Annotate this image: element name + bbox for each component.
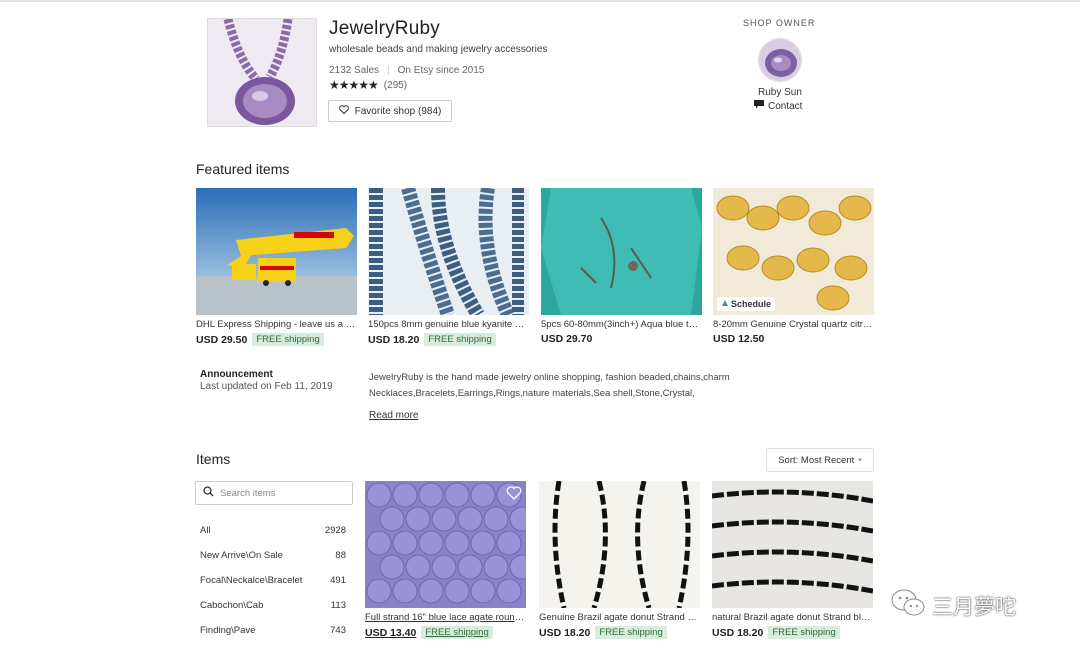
item-image[interactable] (539, 481, 700, 608)
item-image[interactable] (196, 188, 357, 315)
free-shipping-badge: FREE shipping (252, 333, 324, 346)
shop-stats: 2132 Sales | On Etsy since 2015 (329, 65, 484, 76)
top-border (0, 0, 1080, 2)
shop-name: JewelryRuby (329, 18, 440, 39)
listing-card[interactable]: Genuine Brazil agate donut Strand black … (539, 481, 700, 639)
shop-rating[interactable]: ★★★★★ (295) (329, 78, 407, 92)
item-title[interactable]: DHL Express Shipping - leave us a messag… (196, 319, 357, 330)
category-item-finding[interactable]: Finding\Pave 743 (200, 625, 346, 636)
item-title[interactable]: 150pcs 8mm genuine blue kyanite heishi b… (368, 319, 529, 330)
item-title[interactable]: 5pcs 60-80mm(3inch+) Aqua blue turquoise… (541, 319, 702, 330)
featured-item-card[interactable]: Schedule 8-20mm Genuine Crystal quartz c… (713, 188, 874, 345)
item-title[interactable]: Full strand 16" blue lace agate round be… (365, 612, 526, 623)
category-count: 113 (330, 600, 346, 611)
message-icon (754, 100, 764, 112)
chevron-down-icon: ▾ (858, 457, 862, 464)
sort-label: Sort: Most Recent (778, 454, 855, 466)
featured-item-card[interactable]: 5pcs 60-80mm(3inch+) Aqua blue turquoise… (541, 188, 702, 345)
contact-owner-link[interactable]: Contact (754, 100, 802, 112)
schedule-icon (721, 299, 729, 309)
item-image[interactable] (712, 481, 873, 608)
item-title[interactable]: natural Brazil agate donut Strand black … (712, 612, 873, 623)
schedule-badge: Schedule (717, 297, 776, 311)
category-name: Finding\Pave (200, 625, 256, 636)
category-item-all[interactable]: All 2928 (200, 525, 346, 536)
item-title[interactable]: 8-20mm Genuine Crystal quartz citrine nu… (713, 319, 874, 330)
favorite-heart-icon[interactable] (506, 485, 522, 501)
favorite-shop-button[interactable]: Favorite shop (984) (328, 100, 452, 122)
category-item-focal[interactable]: Focal\Neckalce\Bracelet 491 (200, 575, 346, 586)
category-count: 743 (330, 625, 346, 636)
item-image[interactable] (365, 481, 526, 608)
announcement-label: Announcement (200, 369, 273, 380)
shop-owner-heading: SHOP OWNER (743, 18, 816, 28)
item-image[interactable] (368, 188, 529, 315)
search-placeholder: Search items (220, 487, 276, 499)
favorite-shop-label: Favorite shop (984) (354, 105, 442, 117)
owner-avatar[interactable] (758, 38, 802, 82)
item-price: USD 29.70 (541, 333, 593, 345)
contact-label: Contact (768, 100, 803, 112)
search-items-input[interactable]: Search items (195, 481, 353, 505)
rating-stars: ★★★★★ (329, 78, 379, 92)
featured-item-card[interactable]: DHL Express Shipping - leave us a messag… (196, 188, 357, 346)
announcement-text: JewelryRuby is the hand made jewelry onl… (369, 372, 730, 399)
search-icon (203, 486, 214, 500)
item-price: USD 29.50 (196, 333, 248, 346)
announcement-updated: Last updated on Feb 11, 2019 (200, 381, 333, 392)
category-count: 88 (335, 550, 346, 561)
category-item-new-arrive[interactable]: New Arrive\On Sale 88 (200, 550, 346, 561)
item-price: USD 18.20 (712, 626, 764, 639)
free-shipping-badge: FREE shipping (768, 626, 840, 639)
sort-dropdown[interactable]: Sort: Most Recent ▾ (766, 448, 874, 472)
listing-card[interactable]: Full strand 16" blue lace agate round be… (365, 481, 526, 639)
free-shipping-badge: FREE shipping (421, 626, 493, 639)
watermark-text: 三月夢咜 (932, 594, 1016, 619)
item-image[interactable] (541, 188, 702, 315)
stats-separator: | (387, 65, 390, 76)
item-price: USD 18.20 (539, 626, 591, 639)
category-name: Focal\Neckalce\Bracelet (200, 575, 303, 586)
review-count: (295) (383, 79, 408, 91)
owner-name[interactable]: Ruby Sun (758, 87, 802, 98)
item-image[interactable]: Schedule (713, 188, 874, 315)
free-shipping-badge: FREE shipping (424, 333, 496, 346)
category-name: All (200, 525, 211, 536)
category-count: 2928 (324, 525, 346, 536)
schedule-label: Schedule (731, 299, 772, 309)
etsy-since: On Etsy since 2015 (397, 65, 485, 76)
featured-items-heading: Featured items (196, 161, 290, 177)
heart-icon (338, 105, 349, 117)
category-count: 491 (330, 575, 346, 586)
watermark: 三月夢咜 (890, 588, 1016, 623)
read-more-link[interactable]: Read more (369, 410, 418, 421)
shop-banner-image[interactable] (207, 18, 317, 127)
category-name: Cabochon\Cab (200, 600, 264, 611)
category-item-cabochon[interactable]: Cabochon\Cab 113 (200, 600, 346, 611)
category-name: New Arrive\On Sale (200, 550, 283, 561)
item-price: USD 13.40 (365, 626, 417, 639)
sales-count[interactable]: 2132 Sales (329, 65, 379, 76)
wechat-icon (890, 588, 926, 623)
item-price: USD 18.20 (368, 333, 420, 346)
shop-tagline: wholesale beads and making jewelry acces… (329, 44, 548, 55)
featured-item-card[interactable]: 150pcs 8mm genuine blue kyanite heishi b… (368, 188, 529, 346)
item-price: USD 12.50 (713, 333, 765, 345)
items-heading: Items (196, 451, 231, 467)
free-shipping-badge: FREE shipping (595, 626, 667, 639)
item-title[interactable]: Genuine Brazil agate donut Strand black (539, 612, 700, 623)
listing-card[interactable]: natural Brazil agate donut Strand black … (712, 481, 873, 639)
